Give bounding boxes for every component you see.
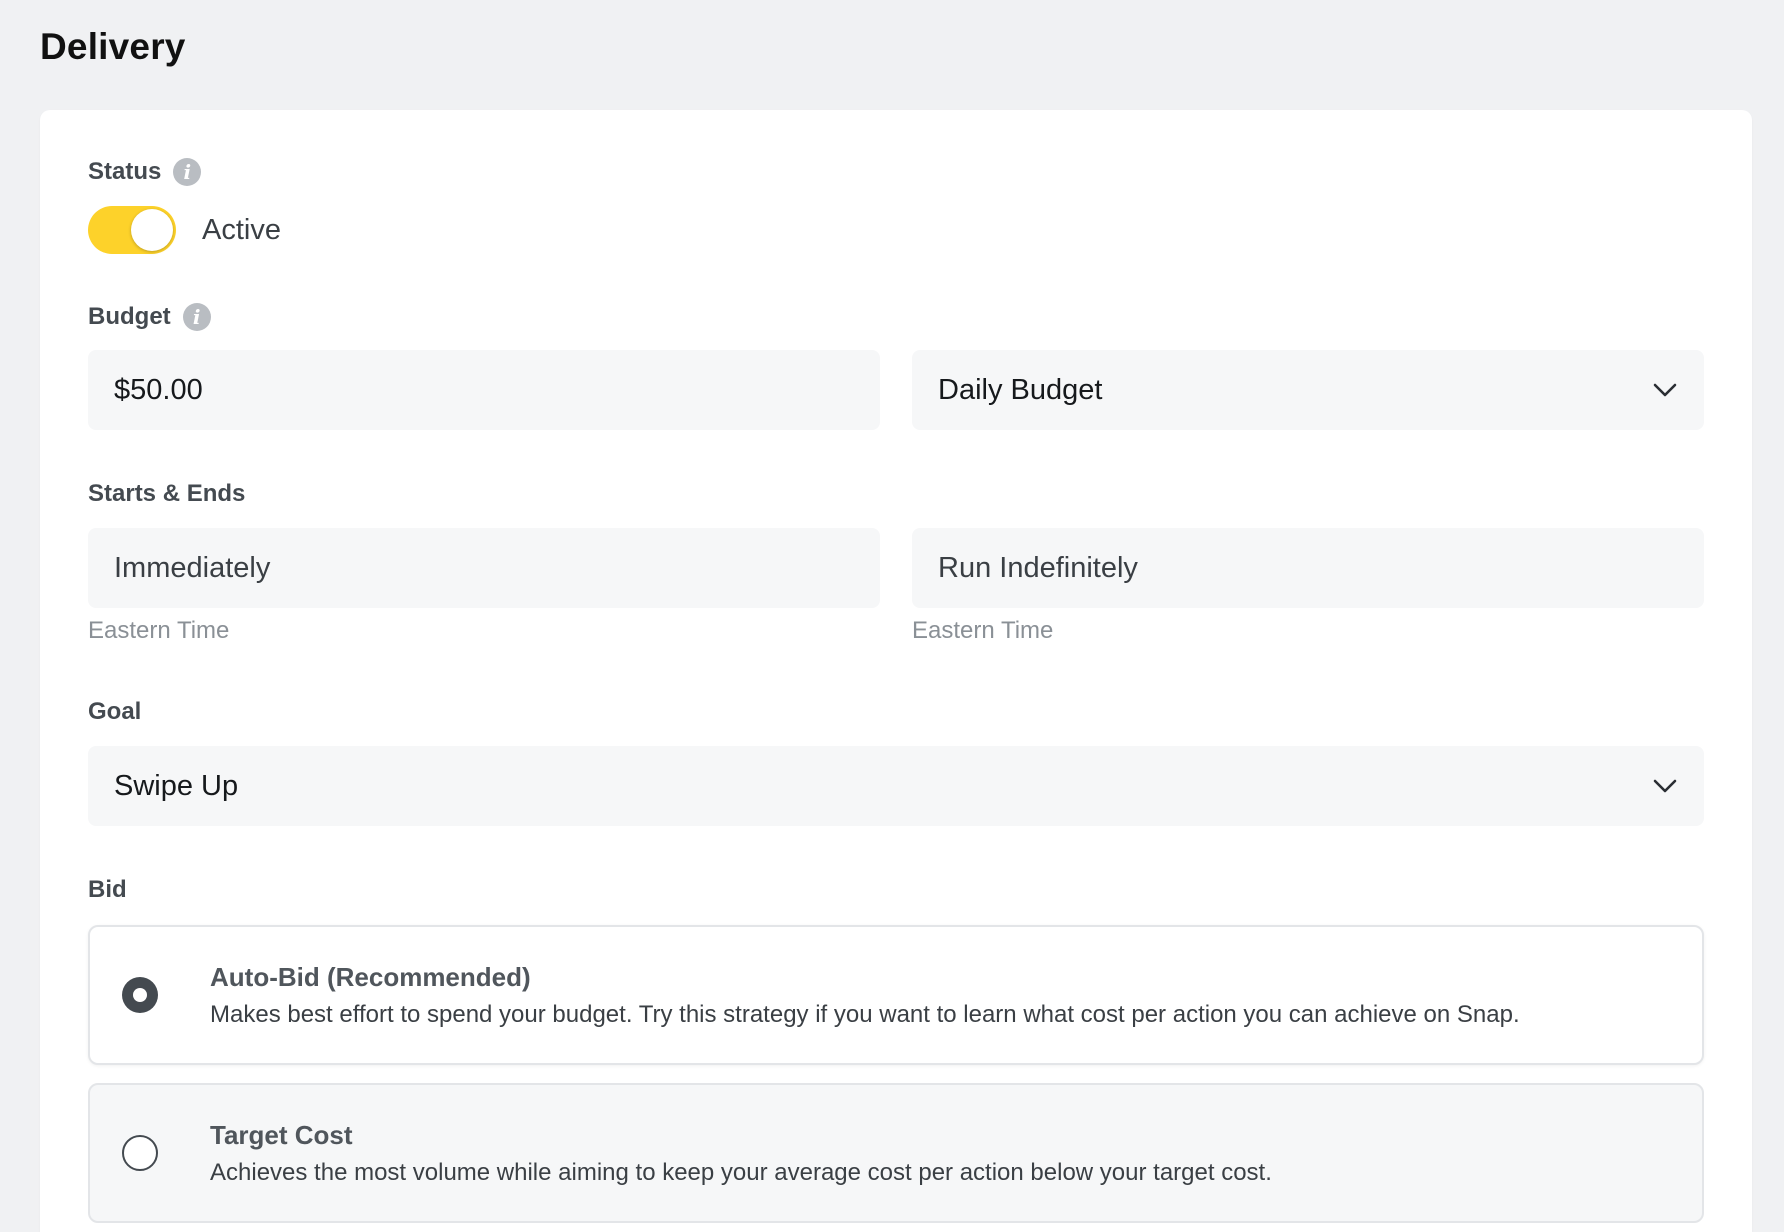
budget-label-row: Budget i bbox=[88, 303, 211, 331]
budget-label: Budget bbox=[88, 303, 171, 330]
bid-label: Bid bbox=[88, 876, 127, 903]
bid-option-target-cost[interactable]: Target Cost Achieves the most volume whi… bbox=[88, 1083, 1704, 1223]
chevron-down-icon bbox=[1652, 377, 1678, 403]
bid-option-text: Target Cost Achieves the most volume whi… bbox=[210, 1120, 1272, 1187]
bid-option-text: Auto-Bid (Recommended) Makes best effort… bbox=[210, 962, 1520, 1029]
start-date-value: Immediately bbox=[114, 551, 271, 584]
toggle-knob bbox=[131, 209, 173, 251]
page-title: Delivery bbox=[40, 26, 186, 67]
status-toggle-row: Active bbox=[88, 206, 281, 254]
bid-option-title: Target Cost bbox=[210, 1119, 353, 1150]
info-icon[interactable]: i bbox=[173, 158, 202, 186]
start-timezone: Eastern Time bbox=[88, 617, 230, 644]
goal-label: Goal bbox=[88, 698, 142, 725]
goal-label-row: Goal bbox=[88, 698, 141, 726]
end-date-field[interactable]: Run Indefinitely bbox=[912, 528, 1704, 608]
budget-amount-field[interactable] bbox=[88, 350, 880, 430]
status-toggle-label: Active bbox=[202, 213, 281, 246]
end-date-value: Run Indefinitely bbox=[938, 551, 1138, 584]
target-cost-radio[interactable] bbox=[122, 1135, 158, 1171]
budget-amount-input[interactable] bbox=[114, 373, 854, 407]
bid-option-title: Auto-Bid (Recommended) bbox=[210, 961, 531, 992]
info-icon[interactable]: i bbox=[182, 303, 211, 331]
delivery-page: Delivery Status i Active Budget i Daily … bbox=[0, 0, 1784, 1232]
bid-option-auto[interactable]: Auto-Bid (Recommended) Makes best effort… bbox=[88, 925, 1704, 1065]
bid-option-description: Makes best effort to spend your budget. … bbox=[210, 1000, 1520, 1028]
chevron-down-icon bbox=[1652, 773, 1678, 799]
auto-bid-radio[interactable] bbox=[122, 977, 158, 1013]
schedule-label-row: Starts & Ends bbox=[88, 480, 245, 508]
goal-select[interactable]: Swipe Up bbox=[88, 746, 1704, 826]
goal-value: Swipe Up bbox=[114, 769, 239, 802]
start-date-field[interactable]: Immediately bbox=[88, 528, 880, 608]
budget-type-value: Daily Budget bbox=[938, 373, 1103, 406]
bid-option-description: Achieves the most volume while aiming to… bbox=[210, 1158, 1272, 1186]
end-timezone: Eastern Time bbox=[912, 617, 1054, 644]
budget-type-select[interactable]: Daily Budget bbox=[912, 350, 1704, 430]
status-label: Status bbox=[88, 158, 162, 185]
status-label-row: Status i bbox=[88, 158, 202, 186]
delivery-card: Status i Active Budget i Daily Budget St… bbox=[40, 110, 1752, 1232]
bid-label-row: Bid bbox=[88, 876, 127, 904]
status-toggle[interactable] bbox=[88, 206, 176, 254]
schedule-label: Starts & Ends bbox=[88, 480, 246, 507]
